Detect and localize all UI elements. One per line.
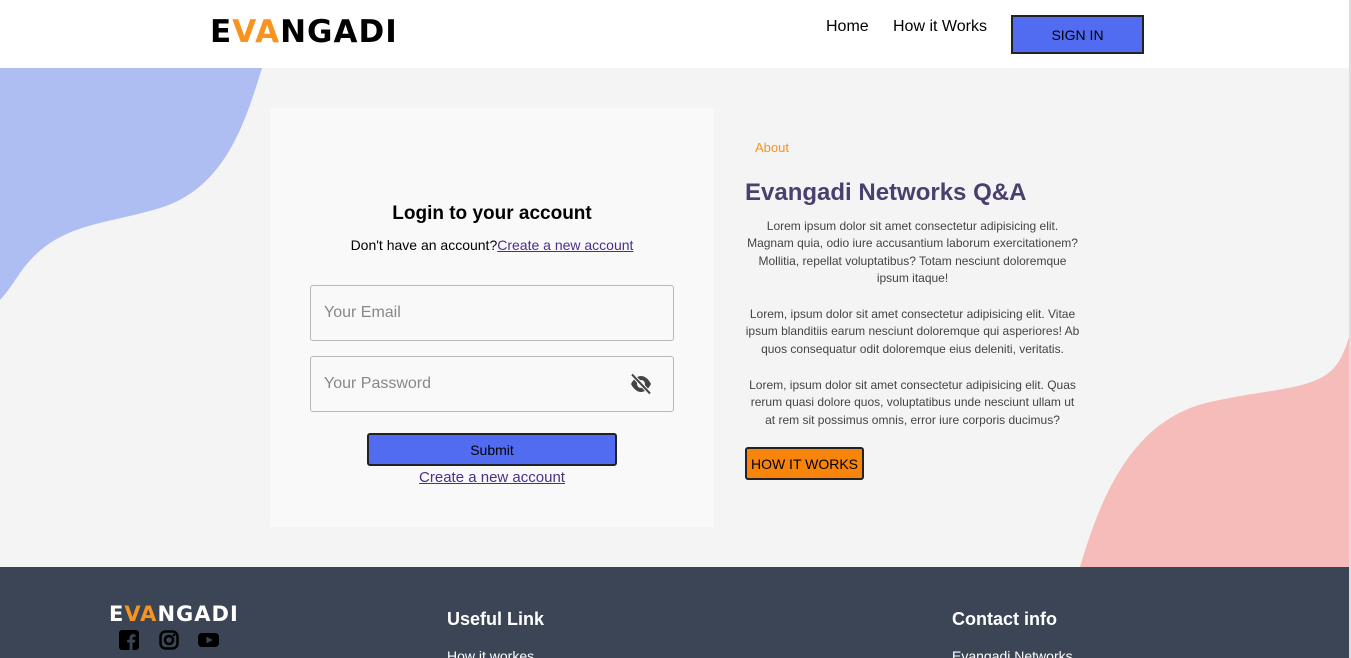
eye-slash-icon[interactable] xyxy=(629,373,653,395)
footer-how-it-works-link[interactable]: How it workes xyxy=(447,648,534,658)
sign-in-button[interactable]: SIGN IN xyxy=(1011,15,1144,54)
footer-logo[interactable]: EVANGADI xyxy=(109,603,239,625)
how-it-works-button[interactable]: HOW IT WORKS xyxy=(745,447,864,480)
main-section: Login to your account Don't have an acco… xyxy=(0,68,1351,567)
nav-how-it-works-link[interactable]: How it Works xyxy=(893,18,987,36)
contact-line: Evangadi Networks xyxy=(952,648,1073,658)
email-input[interactable] xyxy=(324,286,624,340)
login-card: Login to your account Don't have an acco… xyxy=(270,108,714,527)
signup-prompt: Don't have an account?Create a new accou… xyxy=(270,237,714,253)
about-paragraph: Lorem, ipsum dolor sit amet consectetur … xyxy=(745,307,1080,356)
about-title: Evangadi Networks Q&A xyxy=(745,179,1027,206)
site-footer: EVANGADI Useful Link Contact info How it… xyxy=(0,567,1351,658)
facebook-icon[interactable] xyxy=(119,630,139,650)
create-account-link[interactable]: Create a new account xyxy=(497,237,633,253)
signup-prompt-text: Don't have an account? xyxy=(350,237,498,253)
instagram-icon[interactable] xyxy=(159,630,179,650)
submit-button[interactable]: Submit xyxy=(367,433,617,466)
create-account-link-bottom[interactable]: Create a new account xyxy=(270,469,714,486)
login-title: Login to your account xyxy=(392,203,592,224)
evangadi-logo[interactable]: EVANGADI xyxy=(210,17,398,48)
email-field[interactable] xyxy=(310,285,674,341)
useful-link-heading: Useful Link xyxy=(447,609,545,629)
about-paragraph: Lorem ipsum dolor sit amet consectetur a… xyxy=(747,219,1078,285)
decorative-blob-left xyxy=(0,68,262,300)
decorative-blob-right xyxy=(1080,330,1351,567)
youtube-icon[interactable] xyxy=(198,630,219,650)
site-header: EVANGADI Home How it Works SIGN IN xyxy=(0,0,1351,68)
nav-home-link[interactable]: Home xyxy=(826,18,869,36)
about-label: About xyxy=(755,140,789,155)
about-paragraph: Lorem, ipsum dolor sit amet consectetur … xyxy=(749,378,1076,427)
contact-info-heading: Contact info xyxy=(952,609,1057,629)
password-input[interactable] xyxy=(324,357,624,411)
password-field[interactable] xyxy=(310,356,674,412)
